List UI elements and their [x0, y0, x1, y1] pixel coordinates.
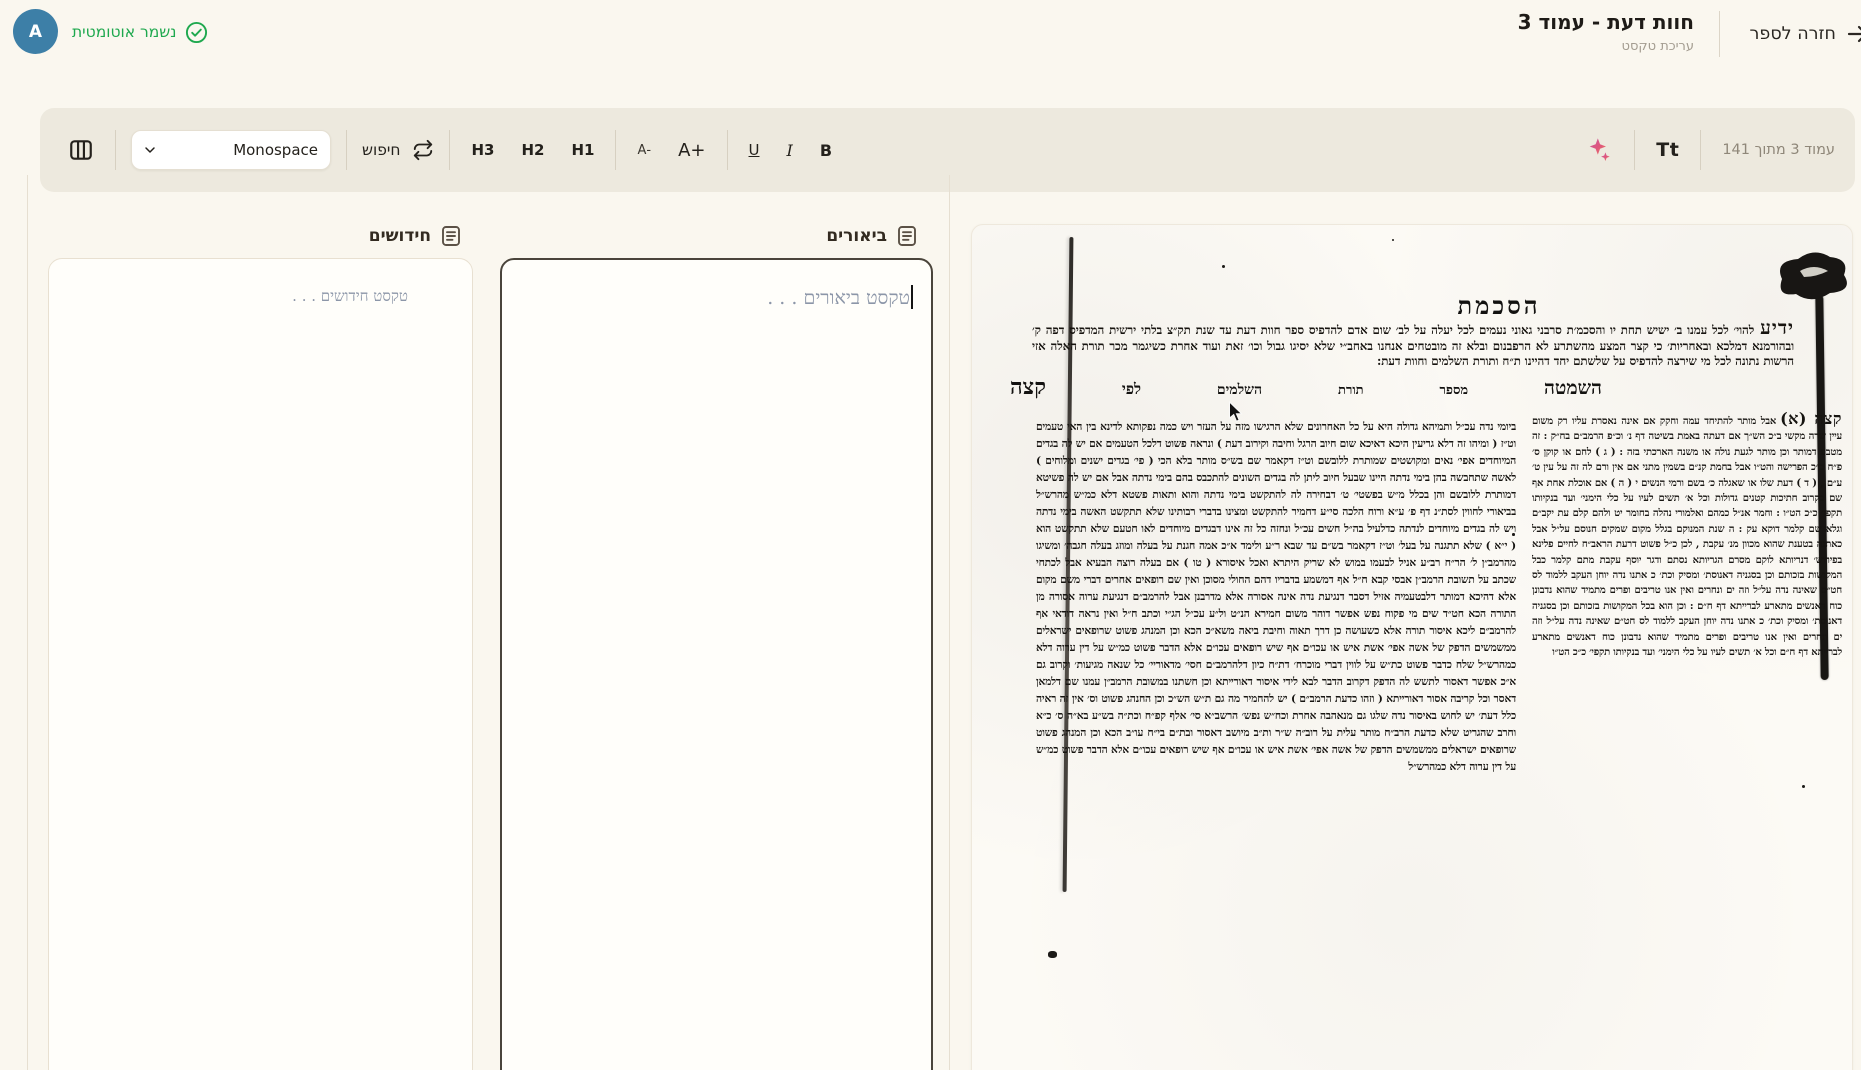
font-decrease-button[interactable]: -A — [631, 139, 657, 162]
scan-page: הסכמת ידיעלהוי׳ לכל עמנו ב׳ ישיש תחת יו … — [971, 224, 1853, 1070]
heading-word: השלמים — [1217, 382, 1262, 399]
scan-body: קצה (א)אבל מותר להתיחד עמה וחקק אם אינה … — [1036, 411, 1842, 1070]
text-style-button[interactable]: Tt — [1650, 135, 1685, 165]
content-divider-middle — [949, 175, 950, 1070]
toolbar-divider — [615, 130, 616, 170]
heading-word: קצה — [1010, 374, 1046, 400]
search-replace-button[interactable]: חיפוש — [362, 139, 434, 161]
scan-title: הסכמת — [1434, 291, 1564, 321]
scan-section-heading: השמטה מספר תורת השלמים לפי קצה — [1010, 374, 1602, 400]
ai-sparkle-button[interactable] — [1579, 132, 1619, 168]
mouse-cursor — [1228, 401, 1246, 423]
content-divider-left — [27, 175, 28, 1070]
underline-button[interactable]: U — [743, 137, 766, 163]
search-label: חיפוש — [362, 141, 400, 159]
scan-intro-paragraph: ידיעלהוי׳ לכל עמנו ב׳ ישיש תחת יו והסכמ׳… — [1032, 321, 1794, 369]
scan-side-column: קצה (א)אבל מותר להתיחד עמה וחקק אם אינה … — [1532, 411, 1842, 1070]
scan-intro-text: להוי׳ לכל עמנו ב׳ ישיש תחת יו והסכמ׳ת סר… — [1032, 323, 1794, 368]
italic-button[interactable]: I — [781, 137, 799, 164]
heading-word: מספר — [1439, 382, 1468, 398]
toolbar-divider — [449, 130, 450, 170]
font-select[interactable]: Monospace — [131, 130, 331, 170]
heading-word: לפי — [1122, 380, 1141, 399]
page-subtitle: עריכת טקסט — [1518, 38, 1694, 56]
page-title: חוות דעת - עמוד 3 — [1518, 9, 1694, 36]
toolbar-divider — [346, 130, 347, 170]
scan-side-column-text: אבל מותר להתיחד עמה וחקק אם אינה נאסרת ע… — [1532, 416, 1842, 658]
chidushim-editor[interactable]: טקסט חידושים . . . — [48, 258, 473, 1070]
biurim-label: ביאורים — [826, 226, 887, 246]
document-lines-icon — [439, 224, 463, 248]
back-label: חזרה לספר — [1750, 24, 1836, 44]
font-increase-button[interactable]: +A — [672, 136, 711, 165]
biurim-placeholder-wrap: טקסט ביאורים . . . — [767, 285, 913, 310]
scan-intro-lead: ידיע — [1754, 321, 1794, 339]
app-header: חזרה לספר חוות דעת - עמוד 3 עריכת טקסט A… — [0, 0, 1861, 86]
back-to-book-link[interactable]: חזרה לספר — [1750, 18, 1861, 50]
check-circle-icon — [185, 21, 208, 44]
biurim-editor[interactable]: טקסט ביאורים . . . — [500, 258, 933, 1070]
columns-toggle-button[interactable] — [62, 133, 100, 167]
ink-speck — [1392, 239, 1394, 241]
h1-button[interactable]: H1 — [565, 137, 600, 163]
biurim-placeholder: טקסט ביאורים . . . — [767, 287, 910, 309]
toolbar-divider — [1634, 130, 1635, 170]
title-block: חוות דעת - עמוד 3 עריכת טקסט — [1518, 9, 1694, 56]
editor-toolbar: עמוד 3 מתוך 141 Tt B I U +A -A H1 H2 H3 — [40, 108, 1855, 192]
header-divider — [1719, 11, 1720, 57]
app: { "header": { "title": "חוות דעת - עמוד … — [0, 0, 1861, 1070]
document-lines-icon — [895, 224, 919, 248]
h2-button[interactable]: H2 — [515, 137, 550, 163]
autosave-status: נשמר אוטומטית — [72, 17, 208, 47]
avatar[interactable]: A — [13, 9, 58, 54]
heading-word: תורת — [1338, 382, 1364, 398]
chidushim-placeholder: טקסט חידושים . . . — [292, 287, 408, 306]
toolbar-divider — [727, 130, 728, 170]
chidushim-panel-header: חידושים — [48, 220, 473, 252]
chidushim-label: חידושים — [369, 226, 431, 246]
page-indicator: עמוד 3 מתוך 141 — [1716, 142, 1841, 158]
arrow-right-icon — [1846, 22, 1861, 46]
toolbar-divider — [1700, 130, 1701, 170]
swap-icon — [412, 139, 434, 161]
sparkles-icon — [1585, 136, 1613, 164]
bold-button[interactable]: B — [814, 137, 838, 164]
ink-speck — [1222, 265, 1225, 268]
chevron-down-icon — [142, 142, 158, 158]
h3-button[interactable]: H3 — [465, 137, 500, 163]
autosave-label: נשמר אוטומטית — [72, 23, 176, 41]
toolbar-divider — [115, 130, 116, 170]
scan-side-column-lead: קצה (א) — [1776, 411, 1842, 428]
scan-ink-blob — [1770, 247, 1852, 307]
scan-main-column: ביומי נדה עכ״ל ותמיהא גדולה היא על כל הא… — [1036, 411, 1516, 1070]
columns-icon — [68, 137, 94, 163]
text-caret — [911, 285, 913, 309]
font-select-value: Monospace — [233, 141, 318, 159]
heading-word: השמטה — [1544, 377, 1602, 400]
biurim-panel-header: ביאורים — [500, 220, 933, 252]
